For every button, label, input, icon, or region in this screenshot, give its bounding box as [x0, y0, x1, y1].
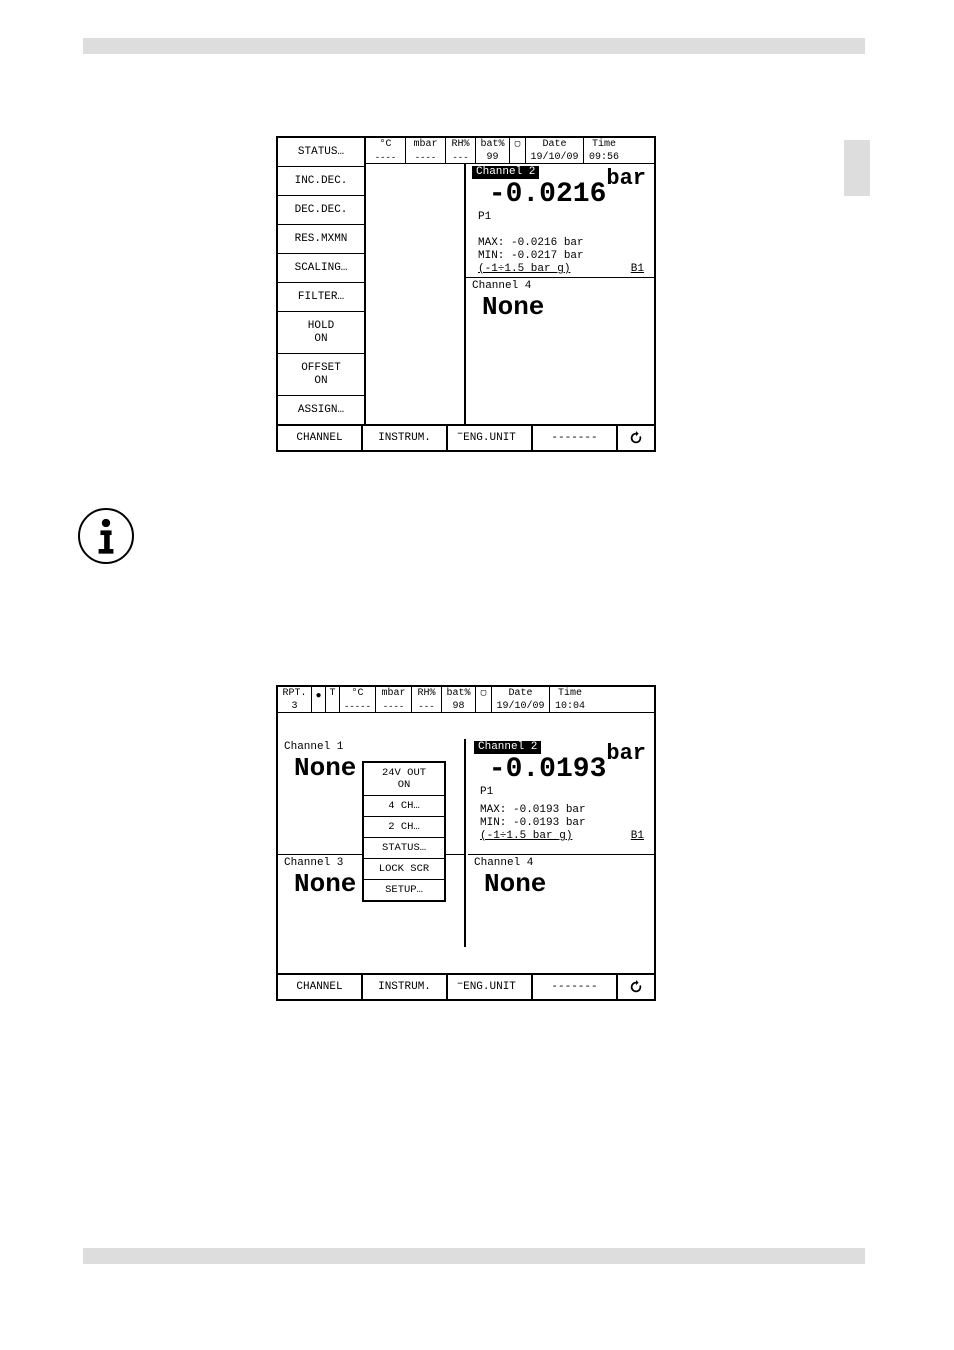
- fig1-mid-col: [366, 164, 466, 424]
- ch2-b1: B1: [631, 263, 644, 276]
- refresh-icon-2[interactable]: [618, 975, 654, 999]
- date-val: 19/10/09: [528, 152, 581, 164]
- bat-val-2: 98: [444, 701, 473, 713]
- channel-2-unit: bar: [606, 166, 646, 191]
- bat-label-2: bat%: [444, 688, 473, 700]
- header-bar: [83, 38, 865, 54]
- rec-dot-icon: ●: [316, 691, 322, 697]
- res-mxmn-button[interactable]: RES.MXMN: [278, 225, 364, 254]
- ch2-b1-2: B1: [631, 830, 644, 843]
- date-label-2: Date: [494, 688, 547, 700]
- footer-bar: [83, 1248, 865, 1264]
- tc-label-2: °C: [342, 688, 373, 700]
- footer-channel-2[interactable]: CHANNEL: [278, 975, 363, 999]
- mbar-label: mbar: [408, 139, 443, 151]
- mbar-val: ----: [408, 153, 443, 163]
- ch2-range: (-1÷1.5 bar g): [478, 263, 570, 276]
- filter-button[interactable]: FILTER…: [278, 283, 364, 312]
- channel-4-value-2: None: [474, 870, 650, 900]
- rpt-label: RPT.: [280, 688, 309, 700]
- mbar-label-2: mbar: [378, 688, 409, 700]
- figure-2-caption: –: [360, 978, 560, 990]
- p1-label: P1: [478, 211, 650, 224]
- hold-on-button[interactable]: HOLD ON: [278, 312, 364, 354]
- footer-channel[interactable]: CHANNEL: [278, 426, 363, 450]
- ch2-min-2: MIN: -0.0193 bar: [474, 817, 650, 830]
- t-label: T: [328, 688, 337, 700]
- side-tab: [844, 140, 870, 196]
- figure-1: STATUS… INC.DEC. DEC.DEC. RES.MXMN SCALI…: [276, 136, 656, 452]
- time-val: 09:56: [586, 152, 622, 164]
- fig1-left-buttons: STATUS… INC.DEC. DEC.DEC. RES.MXMN SCALI…: [278, 138, 366, 424]
- disk-icon-2: ▢: [478, 688, 489, 698]
- channel-4-value: None: [472, 293, 650, 323]
- fig1-right-col: Channel 2 bar -0.0216 P1 MAX: -0.0216 ba…: [466, 164, 654, 424]
- channel-2-block: Channel 2 bar -0.0193 P1 MAX: -0.0193 ba…: [468, 739, 654, 855]
- figure-2: RPT.3 ● T °C ----- mbar ---- RH% --- bat%98…: [276, 685, 656, 1001]
- info-icon: [78, 508, 134, 564]
- time-label: Time: [586, 139, 622, 151]
- channel-4-block: Channel 4 None: [466, 277, 654, 325]
- status-button[interactable]: STATUS…: [278, 138, 364, 167]
- channel-1-label: Channel 1: [284, 741, 460, 754]
- scaling-button[interactable]: SCALING…: [278, 254, 364, 283]
- date-label: Date: [528, 139, 581, 151]
- popup-4ch[interactable]: 4 CH…: [364, 796, 444, 817]
- disk-icon: ▢: [512, 139, 523, 149]
- offset-on-button[interactable]: OFFSET ON: [278, 354, 364, 396]
- ch2-range-2: (-1÷1.5 bar g): [480, 830, 572, 843]
- ch2-max: MAX: -0.0216 bar: [472, 237, 650, 250]
- channel-4-label-2: Channel 4: [474, 857, 650, 870]
- dec-dec-button[interactable]: DEC.DEC.: [278, 196, 364, 225]
- popup-setup[interactable]: SETUP…: [364, 880, 444, 900]
- popup-2ch[interactable]: 2 CH…: [364, 817, 444, 838]
- time-val-2: 10:04: [552, 701, 588, 713]
- inc-dec-button[interactable]: INC.DEC.: [278, 167, 364, 196]
- tc-label: °C: [368, 139, 403, 151]
- popup-24v-out[interactable]: 24V OUT ON: [364, 763, 444, 796]
- popup-lock-scr[interactable]: LOCK SCR: [364, 859, 444, 880]
- channel-2-label: Channel 2: [472, 166, 539, 179]
- date-val-2: 19/10/09: [494, 701, 547, 713]
- p1-label-2: P1: [480, 786, 650, 799]
- tc-val: ----: [368, 153, 403, 163]
- bat-label: bat%: [478, 139, 507, 151]
- rh-val-2: ---: [414, 702, 439, 712]
- tc-val-2: -----: [342, 702, 373, 712]
- rh-label: RH%: [448, 139, 473, 151]
- rh-label-2: RH%: [414, 688, 439, 700]
- channel-2-label-2: Channel 2: [474, 741, 541, 754]
- mbar-val-2: ----: [378, 702, 409, 712]
- instrum-popup: 24V OUT ON 4 CH… 2 CH… STATUS… LOCK SCR …: [362, 761, 446, 902]
- rh-val: ---: [448, 153, 473, 163]
- ch2-min: MIN: -0.0217 bar: [472, 250, 650, 263]
- fig2-quadrants: Channel 1 None Channel 2 bar -0.0193 P1 …: [278, 713, 654, 973]
- fig2-status-bar: RPT.3 ● T °C ----- mbar ---- RH% --- bat%98…: [278, 687, 654, 713]
- time-label-2: Time: [552, 688, 588, 700]
- figure-1-caption: –: [360, 428, 560, 440]
- refresh-icon[interactable]: [618, 426, 654, 450]
- channel-2-unit-2: bar: [606, 741, 646, 766]
- channel-4-block-2: Channel 4 None: [468, 855, 654, 947]
- rpt-n: 3: [280, 701, 309, 713]
- popup-status[interactable]: STATUS…: [364, 838, 444, 859]
- fig1-status-bar: °C ---- mbar ---- RH% --- bat%99 ▢ Date19/1…: [366, 138, 654, 164]
- ch2-max-2: MAX: -0.0193 bar: [474, 804, 650, 817]
- assign-button[interactable]: ASSIGN…: [278, 396, 364, 424]
- bat-val: 99: [478, 152, 507, 164]
